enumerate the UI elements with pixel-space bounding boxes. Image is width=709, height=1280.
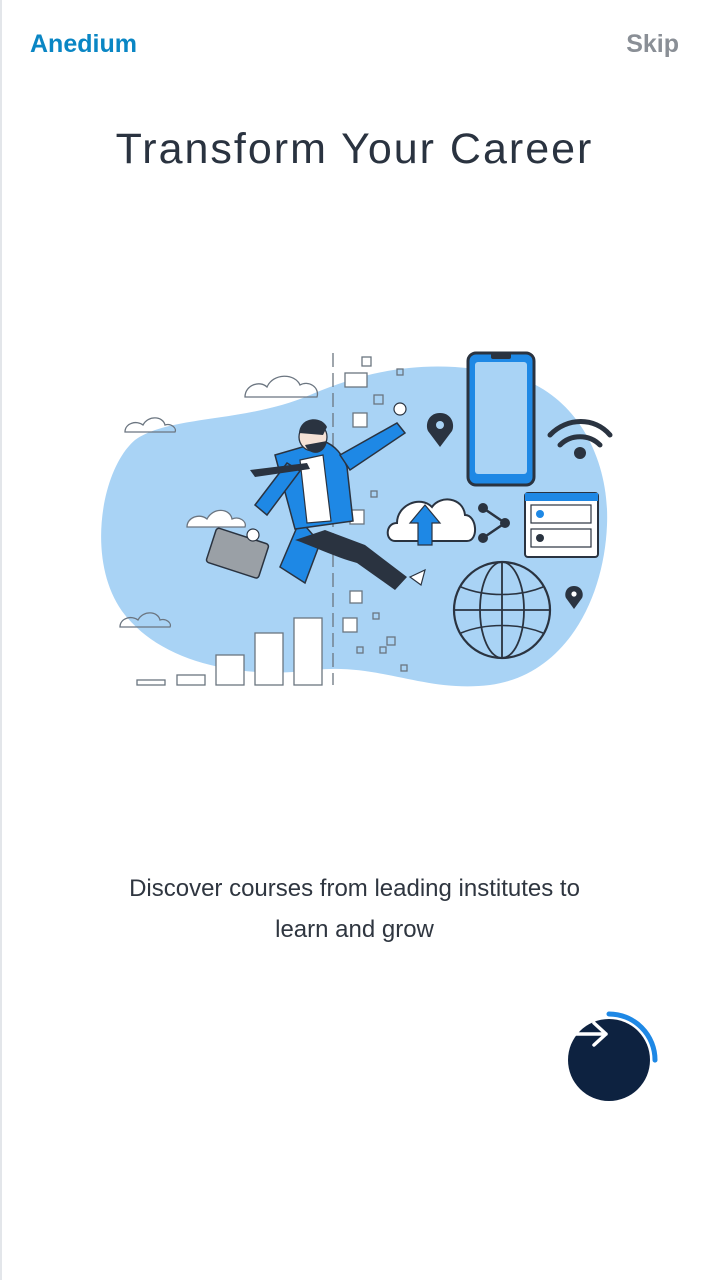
skip-button[interactable]: Skip xyxy=(626,30,679,59)
career-growth-illustration xyxy=(101,351,613,687)
next-button[interactable] xyxy=(568,1019,650,1101)
next-button-wrapper xyxy=(560,1004,664,1108)
page-edge xyxy=(0,0,2,1280)
brand-logo[interactable]: Anedium xyxy=(30,30,137,59)
onboarding-description: Discover courses from leading institutes… xyxy=(80,868,629,950)
page-title: Transform Your Career xyxy=(115,125,594,173)
arrow-right-icon xyxy=(570,1021,608,1047)
description-line-1: Discover courses from leading institutes… xyxy=(129,875,580,902)
description-line-2: learn and grow xyxy=(275,916,434,943)
